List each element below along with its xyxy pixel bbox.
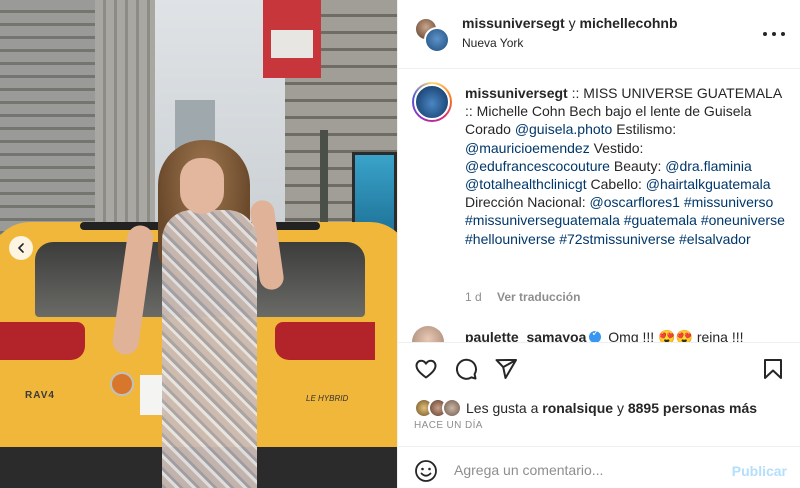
share-button[interactable] bbox=[494, 357, 520, 383]
caption-meta: 1 d Ver traducción bbox=[465, 290, 580, 304]
car-tail-light bbox=[275, 322, 375, 360]
save-button[interactable] bbox=[761, 357, 787, 383]
caption-tag-link[interactable]: #missuniverso bbox=[684, 194, 773, 210]
caption-text: Dirección Nacional: bbox=[465, 194, 590, 211]
action-bar bbox=[398, 342, 800, 394]
caption-text: Beauty: bbox=[609, 157, 666, 174]
post-time-ago[interactable]: HACE UN DÍA bbox=[414, 420, 483, 431]
post-location[interactable]: Nueva York bbox=[462, 36, 523, 50]
avatar bbox=[442, 398, 462, 418]
caption-tag-link[interactable]: @edufrancescocouture bbox=[465, 158, 610, 174]
comment-text: paulette_samayoa Omg !!! 😍😍 reina !!! bbox=[465, 328, 744, 342]
avatar bbox=[414, 84, 450, 120]
caption-tag-link[interactable]: #guatemala bbox=[624, 212, 697, 228]
model-face bbox=[180, 158, 224, 214]
caption-tag-link[interactable]: @mauricioemendez bbox=[465, 140, 590, 156]
verified-badge-icon bbox=[589, 328, 602, 342]
car-model-label: RAV4 bbox=[25, 390, 55, 401]
post-authors: missuniversegt y michellecohnb bbox=[462, 15, 678, 31]
comment-input[interactable] bbox=[454, 457, 714, 483]
caption-tag-link[interactable]: @hairtalkguatemala bbox=[646, 176, 771, 192]
caption-tag-link[interactable]: #oneuniverse bbox=[701, 212, 785, 228]
paper-plane-icon bbox=[495, 359, 517, 379]
caption-tag-link[interactable]: @totalhealthclinicgt bbox=[465, 176, 587, 192]
likes-summary: Les gusta a ronalsique y 8895 personas m… bbox=[414, 396, 794, 418]
bookmark-icon bbox=[764, 359, 782, 379]
like-button[interactable] bbox=[414, 357, 440, 383]
caption-tag-link[interactable]: @oscarflores1 bbox=[590, 194, 680, 210]
likes-prefix: Les gusta a bbox=[466, 400, 539, 416]
comment-item: paulette_samayoa Omg !!! 😍😍 reina !!! bbox=[412, 326, 792, 342]
post-photo[interactable]: RAV4 LE HYBRID bbox=[0, 0, 397, 488]
model-dress bbox=[162, 210, 257, 488]
likers-avatars bbox=[414, 398, 462, 418]
add-comment-bar: Publicar bbox=[398, 446, 800, 488]
author-username[interactable]: michellecohnb bbox=[580, 15, 678, 31]
dot-icon bbox=[781, 32, 785, 36]
likes-text: Les gusta a ronalsique y 8895 personas m… bbox=[466, 400, 757, 416]
publish-button[interactable]: Publicar bbox=[732, 463, 787, 479]
likes-connector: y bbox=[616, 400, 624, 416]
caption-username[interactable]: missuniversegt bbox=[465, 85, 568, 101]
dot-icon bbox=[763, 32, 767, 36]
see-translation-button[interactable]: Ver traducción bbox=[497, 290, 580, 304]
car-tail-light bbox=[0, 322, 85, 360]
more-options-button[interactable] bbox=[763, 26, 785, 42]
caption-text: Vestido: bbox=[589, 139, 644, 156]
photo-banner bbox=[263, 0, 321, 78]
collab-avatars[interactable] bbox=[414, 17, 450, 53]
emoji-icon[interactable] bbox=[414, 459, 438, 483]
dot-icon bbox=[772, 32, 776, 36]
comment-button[interactable] bbox=[454, 357, 480, 383]
liker-username[interactable]: ronalsique bbox=[542, 400, 613, 416]
post-header: missuniversegt y michellecohnb Nueva Yor… bbox=[398, 0, 800, 69]
chevron-left-icon bbox=[18, 243, 24, 253]
avatar[interactable] bbox=[412, 326, 444, 342]
post-caption: missuniversegt :: MISS UNIVERSE GUATEMAL… bbox=[465, 84, 785, 248]
comment-username[interactable]: paulette_samayoa bbox=[465, 329, 586, 342]
likes-count[interactable]: 8895 personas más bbox=[628, 400, 757, 416]
caption-tag-link[interactable]: #missuniverseguatemala bbox=[465, 212, 620, 228]
author-conjunction: y bbox=[568, 15, 576, 31]
caption-tag-link[interactable]: @dra.flaminia bbox=[665, 158, 752, 174]
comments-section[interactable]: missuniversegt :: MISS UNIVERSE GUATEMAL… bbox=[398, 70, 800, 342]
photo-model bbox=[111, 140, 290, 488]
caption-tag-link[interactable]: #72stmissuniverse bbox=[559, 231, 675, 247]
carousel-prev-button[interactable] bbox=[9, 236, 33, 260]
heart-icon bbox=[415, 359, 437, 379]
author-username[interactable]: missuniversegt bbox=[462, 15, 565, 31]
caption-tag-link[interactable]: #hellouniverse bbox=[465, 231, 555, 247]
caption-tag-link[interactable]: #elsalvador bbox=[679, 231, 751, 247]
post-details-panel: missuniversegt y michellecohnb Nueva Yor… bbox=[397, 0, 800, 488]
caption-avatar[interactable] bbox=[412, 82, 452, 122]
caption-tag-link[interactable]: @guisela.photo bbox=[515, 121, 613, 137]
car-trim-label: LE HYBRID bbox=[306, 394, 349, 403]
comment-body: Omg !!! 😍😍 reina !!! bbox=[608, 329, 744, 342]
avatar[interactable] bbox=[424, 27, 450, 53]
caption-time[interactable]: 1 d bbox=[465, 290, 482, 304]
comment-icon bbox=[455, 358, 477, 380]
caption-text: Cabello: bbox=[586, 176, 646, 193]
caption-text: Estilismo: bbox=[612, 121, 677, 138]
